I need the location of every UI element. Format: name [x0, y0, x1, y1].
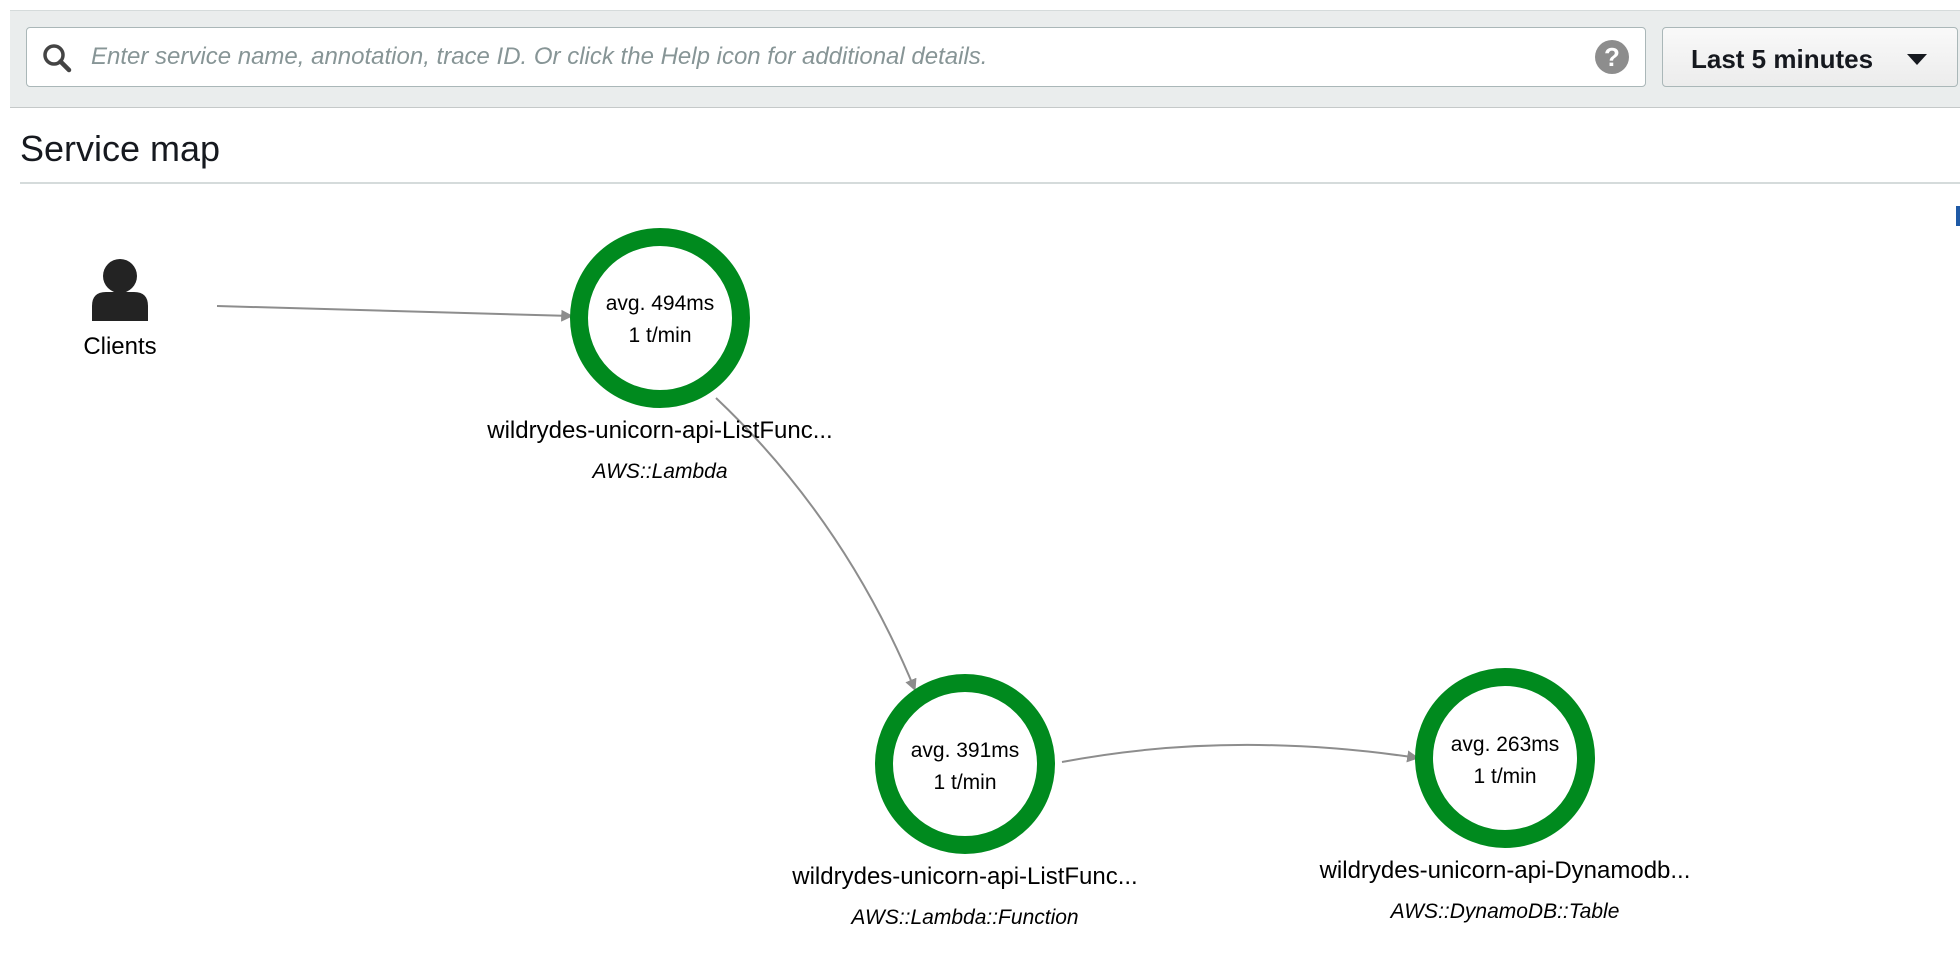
node-type-label: AWS::Lambda	[590, 460, 727, 483]
service-map: Clients avg. 494ms 1 t/min wildrydes-uni…	[83, 228, 1691, 929]
user-icon	[92, 259, 148, 321]
node-trace-rate: 1 t/min	[628, 324, 691, 347]
service-node-lambda-function[interactable]: avg. 391ms 1 t/min wildrydes-unicorn-api…	[791, 674, 1138, 929]
node-trace-rate: 1 t/min	[933, 771, 996, 794]
node-avg-latency: avg. 494ms	[606, 292, 715, 315]
node-avg-latency: avg. 391ms	[911, 739, 1020, 762]
node-name-label[interactable]: wildrydes-unicorn-api-Dynamodb...	[1319, 857, 1691, 884]
health-ring[interactable]	[875, 674, 1055, 854]
node-type-label: AWS::Lambda::Function	[849, 906, 1078, 929]
node-name-label[interactable]: wildrydes-unicorn-api-ListFunc...	[486, 417, 832, 444]
clients-label: Clients	[83, 333, 156, 360]
service-node-dynamodb-table[interactable]: avg. 263ms 1 t/min wildrydes-unicorn-api…	[1319, 668, 1691, 923]
node-name-label[interactable]: wildrydes-unicorn-api-ListFunc...	[791, 863, 1137, 890]
edge-lambda-function-to-dynamodb[interactable]	[1061, 743, 1420, 763]
node-avg-latency: avg. 263ms	[1451, 733, 1560, 756]
service-node-lambda[interactable]: avg. 494ms 1 t/min wildrydes-unicorn-api…	[486, 228, 833, 483]
node-type-label: AWS::DynamoDB::Table	[1389, 900, 1620, 923]
health-ring[interactable]	[570, 228, 750, 408]
edge-clients-to-lambda[interactable]	[216, 305, 574, 322]
clients-node[interactable]: Clients	[83, 259, 157, 360]
xray-console-page: ? Last 5 minutes Service map Clients	[0, 0, 1960, 964]
health-ring[interactable]	[1415, 668, 1595, 848]
node-trace-rate: 1 t/min	[1473, 765, 1536, 788]
